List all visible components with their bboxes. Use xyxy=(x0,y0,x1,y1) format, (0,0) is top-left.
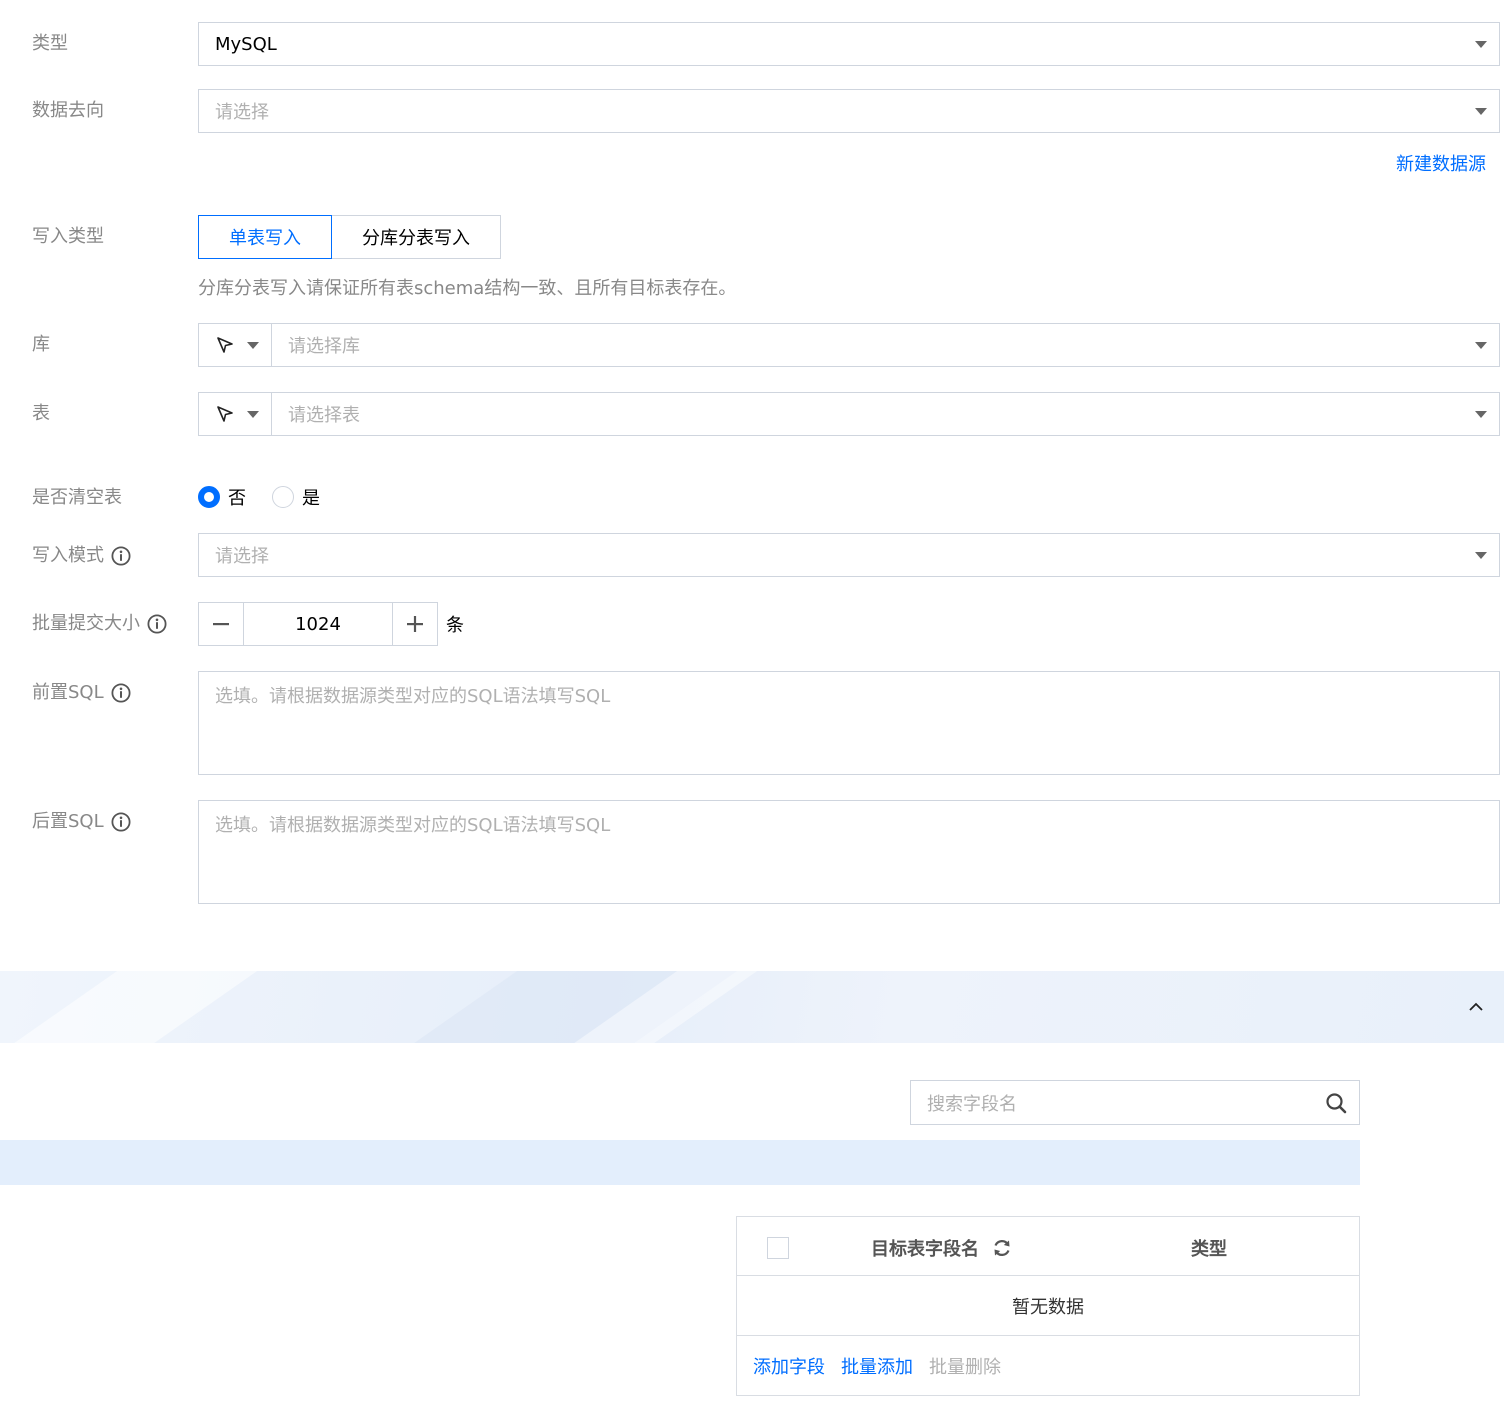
col-target-field-name-text: 目标表字段名 xyxy=(871,1239,979,1260)
caret-down-icon xyxy=(1475,411,1487,418)
table-placeholder: 请选择表 xyxy=(288,405,360,426)
write-type-hint: 分库分表写入请保证所有表schema结构一致、且所有目标表存在。 xyxy=(198,278,737,299)
truncate-radio-group: 否 是 xyxy=(198,484,346,510)
batch-size-input[interactable]: 1024 xyxy=(244,602,392,646)
batch-delete-link: 批量删除 xyxy=(929,1357,1001,1378)
write-type-single-button[interactable]: 单表写入 xyxy=(198,215,332,259)
type-label: 类型 xyxy=(32,32,68,56)
plus-icon xyxy=(407,616,423,632)
section-banner[interactable] xyxy=(0,971,1504,1043)
info-icon[interactable] xyxy=(147,614,167,634)
type-select-value: MySQL xyxy=(215,33,277,55)
caret-down-icon xyxy=(1475,342,1487,349)
write-type-segmented: 单表写入 分库分表写入 xyxy=(198,215,501,259)
write-type-label: 写入类型 xyxy=(32,225,104,249)
database-label-text: 库 xyxy=(32,334,50,355)
table-header: 目标表字段名 类型 xyxy=(737,1217,1359,1276)
database-label: 库 xyxy=(32,333,50,357)
chevron-up-icon[interactable] xyxy=(1468,999,1484,1015)
data-direction-label-text: 数据去向 xyxy=(32,100,104,121)
caret-down-icon xyxy=(247,342,259,349)
database-placeholder: 请选择库 xyxy=(288,336,360,357)
data-direction-label: 数据去向 xyxy=(32,99,104,123)
truncate-no-label[interactable]: 否 xyxy=(228,484,246,510)
database-combo: 请选择库 xyxy=(198,323,1500,367)
batch-size-unit: 条 xyxy=(446,615,464,636)
table-mode-select[interactable] xyxy=(198,392,272,436)
caret-down-icon xyxy=(1475,108,1487,115)
data-direction-select[interactable]: 请选择 xyxy=(198,89,1500,133)
truncate-label-text: 是否清空表 xyxy=(32,487,122,508)
post-sql-label-text: 后置SQL xyxy=(32,811,104,832)
database-select[interactable]: 请选择库 xyxy=(272,323,1500,367)
search-icon[interactable] xyxy=(1325,1092,1347,1114)
write-type-label-text: 写入类型 xyxy=(32,226,104,247)
info-icon[interactable] xyxy=(111,683,131,703)
page: 类型 MySQL 数据去向 请选择 新建数据源 写入类型 单表写入 分库分表写入… xyxy=(0,0,1504,1420)
batch-size-label: 批量提交大小 xyxy=(32,612,167,636)
write-mode-label-text: 写入模式 xyxy=(32,545,104,566)
table-select[interactable]: 请选择表 xyxy=(272,392,1500,436)
minus-icon xyxy=(213,623,229,626)
truncate-no-radio[interactable] xyxy=(198,486,220,508)
table-actions: 添加字段 批量添加 批量删除 xyxy=(737,1336,1359,1396)
write-mode-select[interactable]: 请选择 xyxy=(198,533,1500,577)
pre-sql-textarea[interactable]: 选填。请根据数据源类型对应的SQL语法填写SQL xyxy=(198,671,1500,775)
batch-size-label-text: 批量提交大小 xyxy=(32,613,140,634)
batch-size-stepper: 1024 条 xyxy=(198,602,464,646)
caret-down-icon xyxy=(1475,41,1487,48)
field-search-input[interactable]: 搜索字段名 xyxy=(910,1080,1360,1125)
pre-sql-label: 前置SQL xyxy=(32,681,131,705)
col-target-field-name: 目标表字段名 xyxy=(871,1235,1013,1261)
database-mode-select[interactable] xyxy=(198,323,272,367)
decrement-button[interactable] xyxy=(198,602,244,646)
table-label-text: 表 xyxy=(32,403,50,424)
post-sql-textarea[interactable]: 选填。请根据数据源类型对应的SQL语法填写SQL xyxy=(198,800,1500,904)
post-sql-label: 后置SQL xyxy=(32,810,131,834)
batch-add-link[interactable]: 批量添加 xyxy=(841,1353,913,1379)
cursor-icon xyxy=(217,337,233,353)
caret-down-icon xyxy=(247,411,259,418)
field-mapping-band xyxy=(0,1140,1360,1185)
truncate-yes-label[interactable]: 是 xyxy=(302,484,320,510)
select-all-checkbox[interactable] xyxy=(767,1237,789,1259)
pre-sql-label-text: 前置SQL xyxy=(32,682,104,703)
write-type-sharded-button[interactable]: 分库分表写入 xyxy=(332,215,501,259)
truncate-label: 是否清空表 xyxy=(32,486,122,510)
truncate-yes-radio[interactable] xyxy=(272,486,294,508)
data-direction-placeholder: 请选择 xyxy=(215,102,269,123)
write-mode-label: 写入模式 xyxy=(32,544,131,568)
target-field-table: 目标表字段名 类型 暂无数据 添加字段 批量添加 批量删除 xyxy=(736,1216,1360,1396)
add-field-link[interactable]: 添加字段 xyxy=(753,1353,825,1379)
write-mode-placeholder: 请选择 xyxy=(215,546,269,567)
empty-state: 暂无数据 xyxy=(737,1276,1359,1336)
new-datasource-link[interactable]: 新建数据源 xyxy=(1396,150,1486,176)
field-search-placeholder: 搜索字段名 xyxy=(927,1093,1017,1115)
banner-stripe xyxy=(0,971,272,1043)
increment-button[interactable] xyxy=(392,602,438,646)
info-icon[interactable] xyxy=(111,812,131,832)
cursor-icon xyxy=(217,406,233,422)
col-type: 类型 xyxy=(1191,1239,1227,1260)
type-label-text: 类型 xyxy=(32,33,68,54)
table-label: 表 xyxy=(32,402,50,426)
refresh-icon[interactable] xyxy=(991,1237,1013,1259)
post-sql-placeholder: 选填。请根据数据源类型对应的SQL语法填写SQL xyxy=(215,815,611,836)
info-icon[interactable] xyxy=(111,546,131,566)
pre-sql-placeholder: 选填。请根据数据源类型对应的SQL语法填写SQL xyxy=(215,686,611,707)
type-select[interactable]: MySQL xyxy=(198,22,1500,66)
table-combo: 请选择表 xyxy=(198,392,1500,436)
caret-down-icon xyxy=(1475,552,1487,559)
